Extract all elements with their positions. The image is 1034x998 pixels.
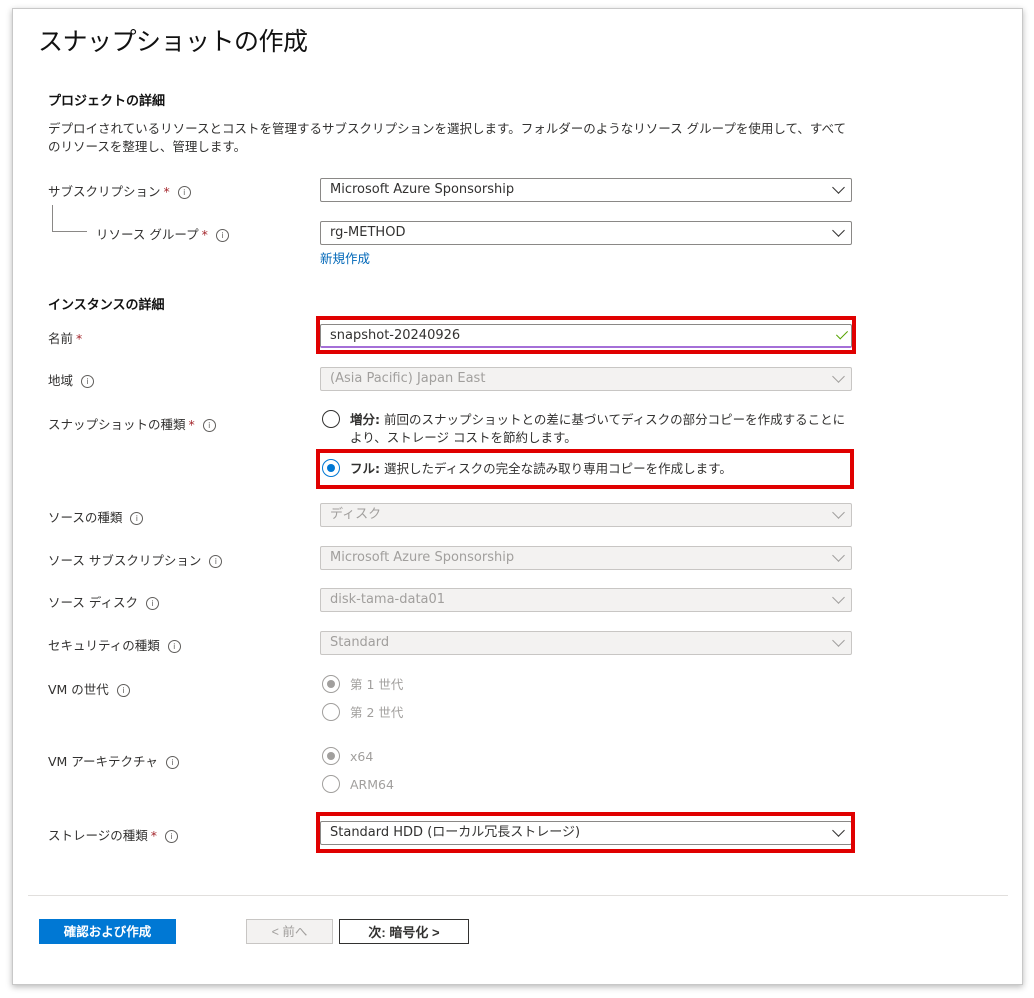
source-subscription-value: Microsoft Azure Sponsorship [330,550,515,565]
page-title: スナップショットの作成 [38,27,308,56]
source-type-value: ディスク [330,507,382,522]
source-subscription-label-text: ソース サブスクリプション [48,553,202,568]
source-disk-select: disk-tama-data01 [320,588,852,612]
source-subscription-select: Microsoft Azure Sponsorship [320,546,852,570]
incremental-title: 増分: [350,412,380,427]
info-icon[interactable]: i [165,830,179,843]
info-icon[interactable]: i [215,229,229,242]
vm-architecture-label-text: VM アーキテクチャ [48,754,158,769]
info-icon[interactable]: i [116,684,130,697]
radio-button-checked [322,747,340,765]
radio-button [322,703,340,721]
next-encryption-button[interactable]: 次: 暗号化 > [339,919,469,944]
highlight-box-storage [316,812,855,853]
incremental-text: 増分: 前回のスナップショットとの差に基づいてディスクの部分コピーを作成すること… [350,411,850,447]
previous-button[interactable]: < 前へ [246,919,333,944]
radio-button-checked [322,675,340,693]
incremental-desc: 前回のスナップショットとの差に基づいてディスクの部分コピーを作成することにより、… [350,412,846,445]
chevron-down-icon [832,549,845,562]
security-type-label: セキュリティの種類 i [48,635,181,654]
required-marker: * [201,227,208,242]
required-marker: * [163,184,170,199]
region-value: (Asia Pacific) Japan East [330,371,486,386]
name-label: 名前 * [48,328,82,347]
snapshot-type-label: スナップショットの種類 * i [48,414,216,433]
x64-label: x64 [350,749,374,764]
name-label-text: 名前 [48,331,74,346]
security-type-select: Standard [320,631,852,655]
resource-group-label: リソース グループ * i [96,224,229,243]
required-marker: * [188,417,195,432]
info-icon[interactable]: i [165,756,179,769]
security-type-label-text: セキュリティの種類 [48,638,160,653]
resource-group-select[interactable]: rg-METHOD [320,221,852,245]
required-marker: * [150,828,158,843]
subscription-label: サブスクリプション * i [48,181,191,200]
info-icon[interactable]: i [202,419,216,432]
project-details-heading: プロジェクトの詳細 [48,94,166,109]
subscription-select[interactable]: Microsoft Azure Sponsorship [320,178,852,202]
resource-group-label-text: リソース グループ [96,227,199,242]
source-disk-label-text: ソース ディスク [48,595,138,610]
vm-generation-label-text: VM の世代 [48,682,109,697]
snapshot-type-label-text: スナップショットの種類 [48,417,186,432]
info-icon[interactable]: i [130,512,144,525]
chevron-down-icon [832,181,845,194]
info-icon[interactable]: i [167,640,181,653]
gen1-label: 第 1 世代 [350,677,404,692]
info-icon[interactable]: i [177,186,191,199]
vm-architecture-label: VM アーキテクチャ i [48,751,179,770]
footer-divider [28,895,1008,896]
source-type-label: ソースの種類 i [48,507,144,526]
security-type-value: Standard [330,635,390,650]
storage-type-label-text: ストレージの種類 [48,828,148,843]
review-create-button[interactable]: 確認および作成 [39,919,176,944]
project-description: デプロイされているリソースとコストを管理するサブスクリプションを選択します。フォ… [48,121,846,154]
subscription-label-text: サブスクリプション [48,184,161,199]
radio-button [322,775,340,793]
chevron-down-icon [832,634,845,647]
info-icon[interactable]: i [81,375,95,388]
chevron-down-icon [832,506,845,519]
info-icon[interactable]: i [145,597,159,610]
required-marker: * [76,331,83,346]
region-select: (Asia Pacific) Japan East [320,367,852,391]
gen2-label: 第 2 世代 [350,705,404,720]
source-disk-value: disk-tama-data01 [330,592,446,607]
source-subscription-label: ソース サブスクリプション i [48,550,223,569]
source-type-label-text: ソースの種類 [48,510,123,525]
tree-connector [52,205,87,232]
vm-generation-label: VM の世代 i [48,679,130,698]
subscription-value: Microsoft Azure Sponsorship [330,182,515,197]
region-label-text: 地域 [48,373,74,388]
highlight-box-full [316,449,854,489]
source-disk-label: ソース ディスク i [48,592,159,611]
chevron-down-icon [832,224,845,237]
create-new-link[interactable]: 新規作成 [320,248,370,267]
radio-button[interactable] [322,410,340,428]
chevron-down-icon [832,370,845,383]
chevron-down-icon [832,591,845,604]
instance-details-heading: インスタンスの詳細 [48,298,165,313]
storage-type-label: ストレージの種類 * i [48,825,179,844]
more-options-icon[interactable]: ··· [286,26,299,42]
info-icon[interactable]: i [209,555,223,568]
resource-group-value: rg-METHOD [330,225,406,240]
source-type-select: ディスク [320,503,852,527]
region-label: 地域 i [48,370,95,389]
highlight-box-name [316,316,856,354]
arm64-label: ARM64 [350,777,394,792]
